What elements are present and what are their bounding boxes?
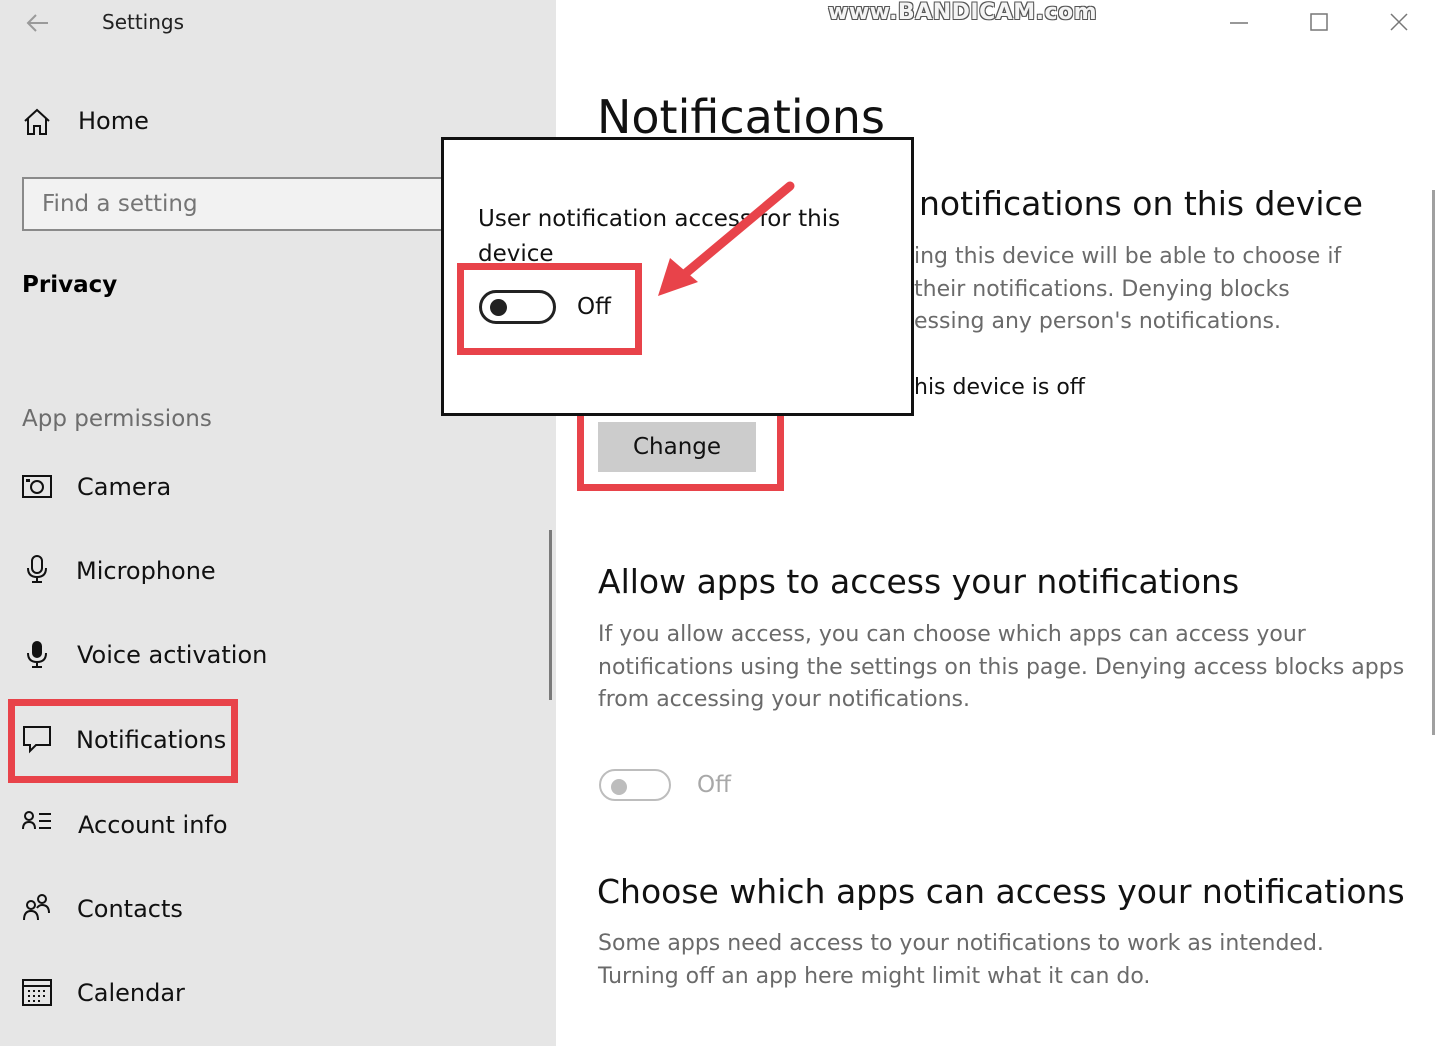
description-line: If you allow access, you can choose whic… xyxy=(598,622,1306,647)
sidebar-item-label: Home xyxy=(78,107,149,135)
back-arrow-icon[interactable] xyxy=(22,8,52,38)
device-access-description: ing this device will be able to choose i… xyxy=(914,241,1394,339)
highlight-box-popup-toggle xyxy=(457,263,642,355)
maximize-icon[interactable] xyxy=(1302,8,1336,38)
highlight-box-change xyxy=(577,403,784,491)
search-field[interactable] xyxy=(22,177,462,231)
sidebar-item-voice-activation[interactable]: Voice activation xyxy=(0,627,556,687)
camera-icon xyxy=(22,475,52,498)
group-label: App permissions xyxy=(22,406,212,432)
sidebar-item-label: Calendar xyxy=(77,979,185,1007)
section-title: Privacy xyxy=(22,272,118,298)
page-title: Notifications xyxy=(597,90,885,144)
sidebar-item-camera[interactable]: Camera xyxy=(0,458,556,518)
apps-access-heading: Allow apps to access your notifications xyxy=(598,562,1240,601)
device-access-status: his device is off xyxy=(914,375,1085,400)
watermark: www.BANDICAM.com xyxy=(828,0,1098,25)
close-icon[interactable] xyxy=(1382,8,1416,38)
microphone-icon xyxy=(27,555,47,583)
toggle-knob xyxy=(611,779,627,795)
description-line: their notifications. Denying blocks xyxy=(914,276,1290,302)
apps-access-toggle-label: Off xyxy=(697,772,731,798)
sidebar-scrollbar[interactable] xyxy=(549,530,552,700)
highlight-box-notifications xyxy=(8,699,238,783)
sidebar-item-label: Account info xyxy=(78,811,228,839)
sidebar-item-account-info[interactable]: Account info xyxy=(0,796,556,856)
sidebar-item-label: Contacts xyxy=(77,895,183,923)
description-line: notifications using the settings on this… xyxy=(598,654,1405,680)
sidebar-item-microphone[interactable]: Microphone xyxy=(0,542,556,602)
account-info-icon xyxy=(22,811,51,830)
apps-access-toggle[interactable] xyxy=(599,769,671,801)
apps-access-description: If you allow access, you can choose whic… xyxy=(598,619,1418,717)
home-icon xyxy=(24,108,50,135)
app-title: Settings xyxy=(102,10,185,34)
main-scrollbar[interactable] xyxy=(1432,190,1435,735)
voice-activation-icon xyxy=(27,641,47,668)
minimize-icon[interactable] xyxy=(1222,8,1256,38)
annotation-arrow-icon xyxy=(658,181,795,296)
description-line: Some apps need access to your notificati… xyxy=(598,931,1324,956)
sidebar-item-calendar[interactable]: Calendar xyxy=(0,964,556,1024)
description-line: Turning off an app here might limit what… xyxy=(598,963,1151,989)
choose-apps-heading: Choose which apps can access your notifi… xyxy=(597,872,1405,911)
device-access-heading: notifications on this device xyxy=(919,184,1363,223)
description-line: ing this device will be able to choose i… xyxy=(914,244,1342,269)
sidebar-item-label: Microphone xyxy=(76,557,216,585)
sidebar-item-contacts[interactable]: Contacts xyxy=(0,880,556,940)
sidebar-item-label: Camera xyxy=(77,473,172,501)
contacts-icon xyxy=(23,894,50,921)
calendar-icon xyxy=(22,979,52,1006)
description-line: from accessing your notifications. xyxy=(598,687,970,712)
choose-apps-description: Some apps need access to your notificati… xyxy=(598,928,1418,993)
search-input[interactable] xyxy=(24,179,460,229)
sidebar-item-label: Voice activation xyxy=(77,641,268,669)
description-line: essing any person's notifications. xyxy=(914,309,1281,334)
